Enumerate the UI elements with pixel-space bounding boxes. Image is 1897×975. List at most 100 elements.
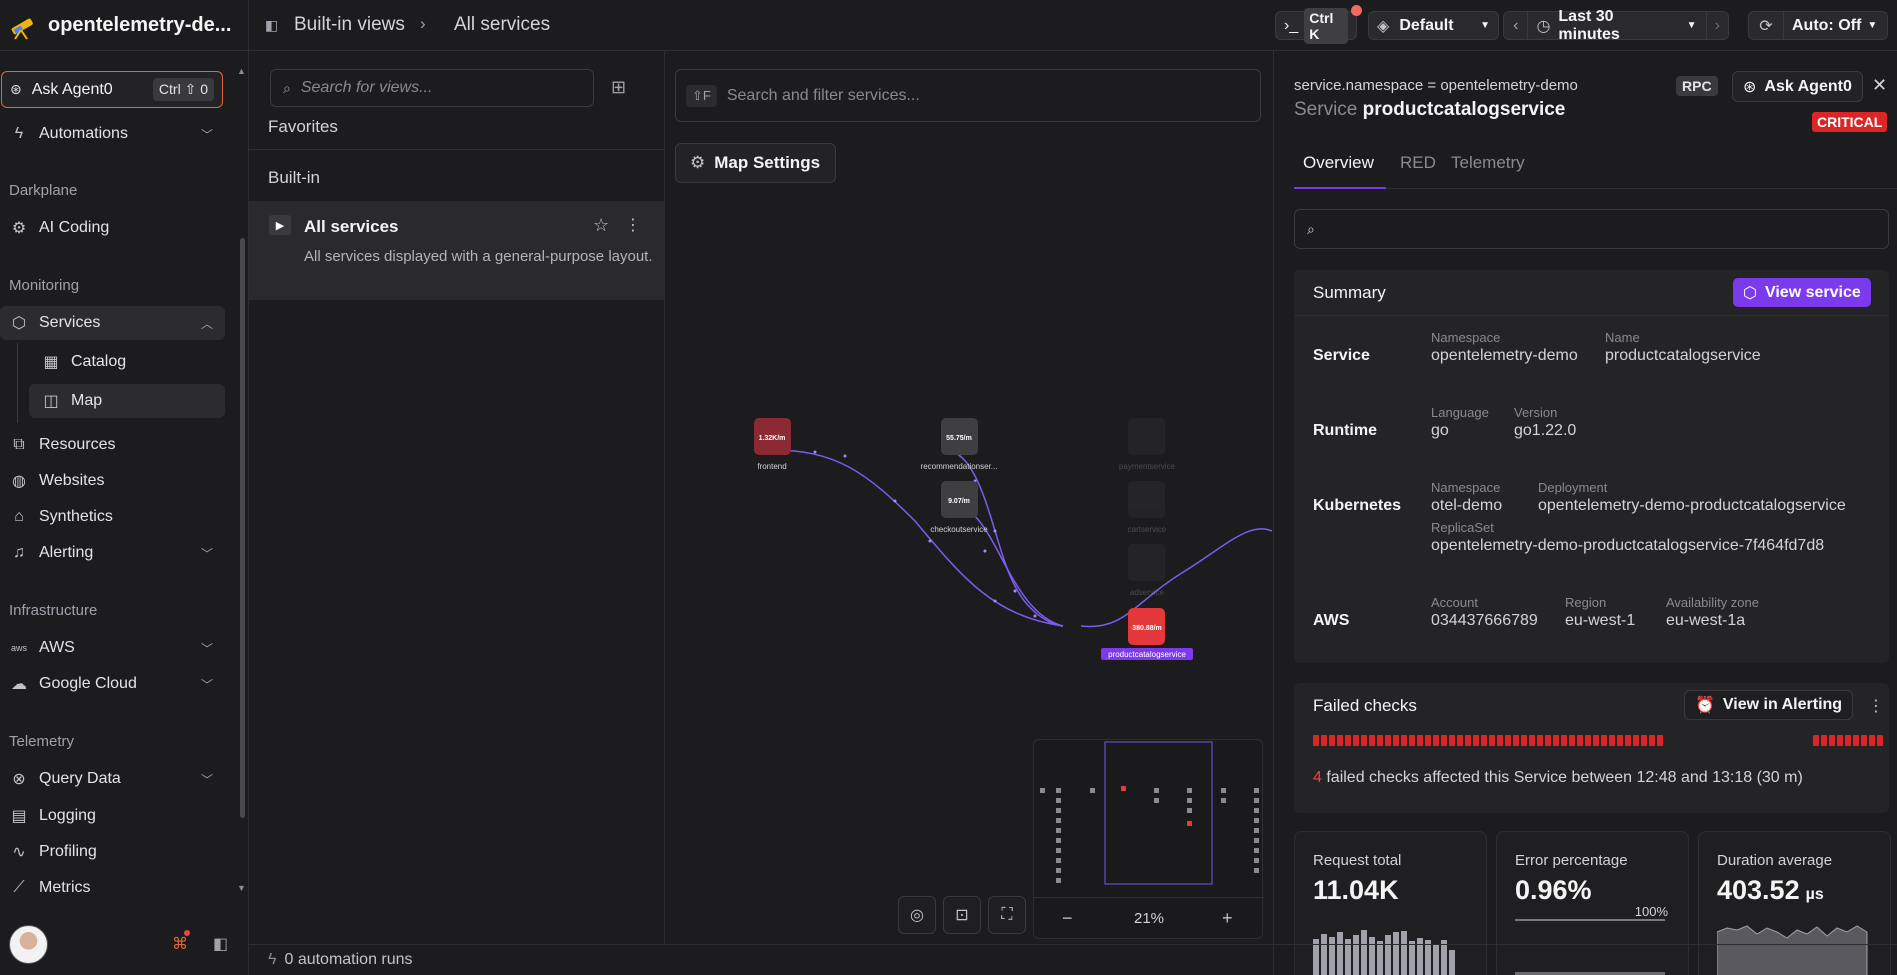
sidebar-item-resources[interactable]: ⧉ Resources [0,428,225,462]
caret-down-icon: ▼ [1480,20,1490,31]
node-productcatalog: 380.88/m productcatalogservice [1101,608,1193,660]
scroll-up-arrow[interactable]: ▲ [237,66,246,76]
sidebar-item-catalog[interactable]: ▦ Catalog [29,345,225,379]
breadcrumb-all-services: All services [454,14,551,35]
star-icon[interactable]: ☆ [593,215,609,236]
sidebar-item-logging[interactable]: ▤ Logging [0,799,225,833]
failed-checks-summary: 4 failed checks affected this Service be… [1313,769,1803,787]
caret-down-icon: ▼ [1686,20,1697,31]
failed-check-segment [1617,735,1623,746]
sidebar-item-label: Synthetics [39,508,113,525]
profile-select[interactable]: ◈ Default ▼ [1368,11,1499,40]
fullscreen-icon[interactable]: ⛶ [988,896,1026,934]
fit-selection-icon[interactable]: ⊡ [943,896,981,934]
service-map[interactable]: 1.32K/m frontend 55.75/m recommendations… [665,51,1272,944]
next-time-icon[interactable]: › [1707,17,1729,35]
terminal-icon: ›_ [1284,16,1299,34]
section-telemetry: Telemetry [9,733,75,750]
terminal-button[interactable]: ›_ Ctrl K [1275,7,1357,44]
refresh-icon[interactable]: ⟳ [1749,16,1783,36]
failed-check-segment [1345,735,1351,746]
sidebar-item-alerting[interactable]: ♫ Alerting ﹀ [0,536,225,570]
failed-checks-timeline [1313,735,1663,746]
tab-red[interactable]: RED [1400,153,1436,173]
zoom-out-icon[interactable]: − [1062,908,1073,929]
lightning-icon: ϟ [268,951,277,968]
rpc-badge: RPC [1676,76,1718,96]
map-search-input[interactable] [726,86,1247,105]
sidebar-item-automations[interactable]: ϟ Automations ﹀ [0,117,225,151]
view-search[interactable]: ⌕ [270,69,594,107]
sidebar-item-label: Google Cloud [39,675,137,692]
node-payment: paymentservice [1119,418,1176,471]
sidebar-item-metrics[interactable]: ⟋ Metrics [0,871,225,905]
panel-toggle-icon[interactable]: ◧ [265,17,278,34]
automation-runs-bar[interactable]: ϟ 0 automation runs [249,944,1897,975]
kv-value: eu-west-1a [1666,612,1746,629]
kv-key: Version [1514,405,1558,420]
details-search-input[interactable] [1324,220,1865,238]
view-service-button[interactable]: ⬡ View service [1733,278,1871,307]
view-title: All services [304,217,399,236]
node-label: paymentservice [1119,462,1176,471]
sidebar-item-label: Catalog [71,353,127,370]
tab-overview[interactable]: Overview [1303,153,1374,173]
scroll-down-arrow[interactable]: ▼ [237,883,246,893]
sidebar-item-map[interactable]: ◫ Map [29,384,225,418]
ask-agent-details-button[interactable]: ⊛ Ask Agent0 [1732,71,1863,102]
auto-refresh-control[interactable]: ⟳ Auto: Off ▼ [1748,11,1888,40]
pulse-icon: ∿ [12,844,26,861]
breadcrumb-builtin-views[interactable]: Built-in views [294,14,405,36]
minimap[interactable]: − 21% + [1033,739,1264,939]
service-title: Service productcatalogservice [1294,99,1565,121]
favorites-group[interactable]: Favorites [268,117,338,137]
agent-icon: ⊛ [10,81,22,97]
gift-icon[interactable]: ⌘ [172,934,188,954]
failed-check-segment [1449,735,1455,746]
failed-check-segment [1529,735,1535,746]
brand[interactable]: opentelemetry-de... [0,0,249,51]
view-search-input[interactable] [300,79,561,97]
kv-key: Region [1565,595,1607,610]
sidebar-item-google-cloud[interactable]: ☁ Google Cloud ﹀ [0,667,225,701]
avatar[interactable] [9,925,48,964]
collapse-sidebar-icon[interactable]: ◧ [213,934,228,954]
failed-check-segment [1553,735,1559,746]
zoom-in-icon[interactable]: + [1222,908,1233,929]
close-icon[interactable]: ✕ [1872,75,1887,96]
focus-icon[interactable]: ◎ [898,896,936,934]
map-search[interactable]: ⇧F [675,69,1261,122]
chevron-down-icon: ﹀ [200,772,213,787]
failed-check-segment [1593,735,1599,746]
more-vertical-icon[interactable]: ⋮ [625,215,641,235]
metric-number: 403.52 [1717,875,1800,905]
builtin-group[interactable]: Built-in [268,168,320,188]
failed-check-segment [1513,735,1519,746]
sidebar-item-websites[interactable]: ◍ Websites [0,464,225,498]
sidebar-item-services[interactable]: ⬡ Services ︿ [0,306,225,340]
time-range-picker[interactable]: ‹ ◷ Last 30 minutes ▼ › [1503,8,1729,43]
ask-agent-button[interactable]: ⊛ Ask Agent0 Ctrl ⇧ 0 [1,71,223,108]
sidebar-item-label: Resources [39,436,116,453]
more-vertical-icon[interactable]: ⋮ [1868,696,1884,716]
add-folder-icon[interactable]: ⊞ [611,77,626,98]
sidebar-scrollbar[interactable] [240,238,245,818]
kv-key: Availability zone [1666,595,1759,610]
prev-time-icon[interactable]: ‹ [1504,17,1527,35]
map-settings-button[interactable]: ⚙ Map Settings [675,143,836,183]
sidebar-item-label: AI Coding [39,219,110,236]
sidebar-item-aws[interactable]: aws AWS ﹀ [0,631,225,665]
sidebar-item-synthetics[interactable]: ⌂ Synthetics [0,500,225,534]
failed-check-segment [1877,735,1883,746]
sidebar-item-label: Services [39,314,101,331]
details-search[interactable]: ⌕ [1294,209,1889,249]
view-item-all-services[interactable]: ▶ All services All services displayed wi… [249,201,665,300]
tab-telemetry[interactable]: Telemetry [1451,153,1525,173]
view-in-alerting-button[interactable]: ⏰ View in Alerting [1684,690,1854,720]
sidebar-item-ai-coding[interactable]: ⚙ AI Coding [0,211,225,245]
kv-value: opentelemetry-demo-productcatalogservice [1538,497,1846,514]
cube-icon: ⬡ [12,315,26,332]
sidebar-item-query-data[interactable]: ⊗ Query Data ﹀ [0,762,225,796]
edge-recommendation-productcatalog [950,450,1064,627]
sidebar-item-profiling[interactable]: ∿ Profiling [0,835,225,869]
